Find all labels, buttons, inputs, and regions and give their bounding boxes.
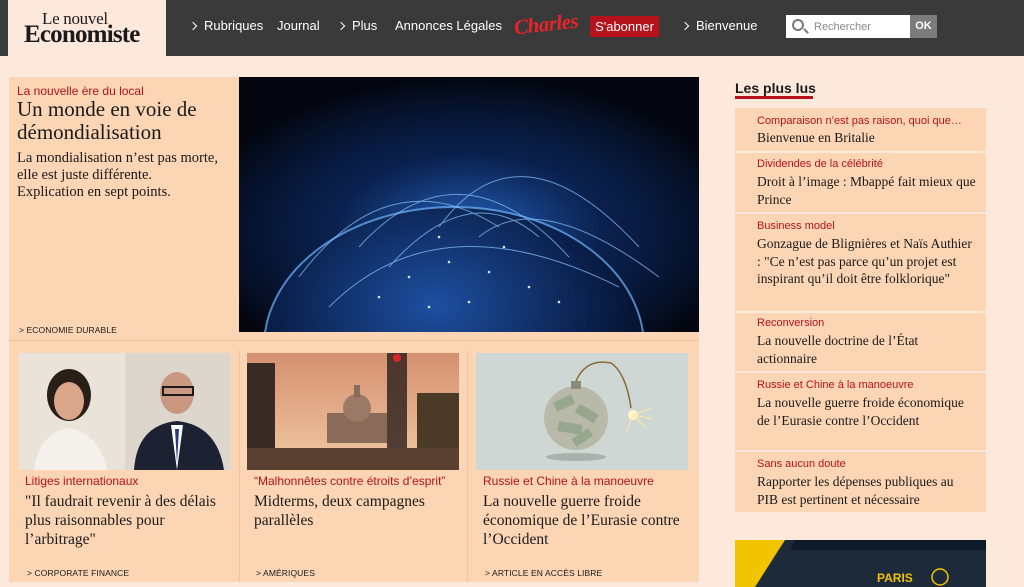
search-input[interactable] bbox=[814, 17, 906, 36]
nav-journal[interactable]: Journal bbox=[277, 18, 320, 33]
card-1-title[interactable]: "Il faudrait revenir à des délais plus r… bbox=[25, 492, 230, 549]
card-2-kicker[interactable]: “Malhonnêtes contre étroits d’esprit” bbox=[254, 474, 445, 488]
subscribe-button[interactable]: S'abonner bbox=[590, 16, 659, 37]
nav-journal-label: Journal bbox=[277, 18, 320, 33]
logo-line-2: Economiste bbox=[24, 21, 140, 48]
card-2-rubric-link[interactable]: > AMÉRIQUES bbox=[256, 568, 315, 578]
nav-rubriques[interactable]: Rubriques bbox=[188, 18, 264, 33]
most-read-kicker: Russie et Chine à la manoeuvre bbox=[757, 379, 914, 391]
section-divider bbox=[9, 340, 699, 341]
most-read-kicker: Dividendes de la célébrité bbox=[757, 158, 883, 170]
advertisement-banner[interactable]: PARIS bbox=[735, 540, 986, 587]
card-1-kicker[interactable]: Litiges internationaux bbox=[25, 474, 138, 488]
most-read-title[interactable]: Bienvenue en Britalie bbox=[757, 129, 977, 147]
card-3-image-money-bomb[interactable] bbox=[476, 353, 688, 470]
most-read-kicker: Business model bbox=[757, 220, 835, 232]
nav-bienvenue-label: Bienvenue bbox=[696, 18, 758, 33]
search-ok-button[interactable]: OK bbox=[910, 15, 937, 38]
hero-image-earth-network[interactable] bbox=[239, 77, 699, 332]
charles-logo-link[interactable]: Charles bbox=[513, 9, 579, 41]
most-read-title[interactable]: La nouvelle guerre froide économique de … bbox=[757, 394, 977, 429]
hero-description: La mondialisation n’est pas morte, elle … bbox=[17, 150, 218, 200]
sidebar-heading: Les plus lus bbox=[735, 80, 816, 96]
most-read-kicker: Comparaison n’est pas raison, quoi que… bbox=[757, 115, 962, 127]
earth-network-illustration bbox=[239, 77, 699, 332]
column-divider bbox=[467, 350, 468, 582]
most-read-title[interactable]: Gonzague de Blignières et Naïs Authier :… bbox=[757, 235, 977, 288]
most-read-title[interactable]: Droit à l’image : Mbappé fait mieux que … bbox=[757, 173, 977, 208]
search-box bbox=[786, 15, 910, 38]
nav-bienvenue[interactable]: Bienvenue bbox=[680, 18, 758, 33]
chevron-right-icon bbox=[336, 21, 346, 31]
card-2-image-capitol[interactable] bbox=[247, 353, 459, 470]
search-icon bbox=[792, 19, 804, 31]
most-read-title[interactable]: Rapporter les dépenses publiques au PIB … bbox=[757, 473, 977, 508]
card-1-image-portraits[interactable] bbox=[19, 353, 231, 470]
ad-text: PARIS bbox=[877, 571, 913, 585]
card-1-rubric-link[interactable]: > CORPORATE FINANCE bbox=[27, 568, 129, 578]
hero-rubric-link[interactable]: > ECONOMIE DURABLE bbox=[19, 325, 117, 335]
most-read-kicker: Sans aucun doute bbox=[757, 458, 846, 470]
card-3-rubric-link[interactable]: > ARTICLE EN ACCÈS LIBRE bbox=[485, 568, 602, 578]
most-read-title[interactable]: La nouvelle doctrine de l’État actionnai… bbox=[757, 332, 977, 367]
top-navigation-bar: Le nouvel Economiste Rubriques Journal P… bbox=[0, 0, 1024, 56]
most-read-kicker: Reconversion bbox=[757, 317, 825, 329]
nav-rubriques-label: Rubriques bbox=[204, 18, 264, 33]
hero-title[interactable]: Un monde en voie de démondialisation bbox=[17, 98, 232, 144]
nav-plus[interactable]: Plus bbox=[336, 18, 378, 33]
site-logo[interactable]: Le nouvel Economiste bbox=[8, 0, 166, 56]
column-divider bbox=[239, 350, 240, 582]
card-2-title[interactable]: Midterms, deux campagnes parallèles bbox=[254, 492, 459, 530]
sidebar-heading-underline bbox=[735, 96, 813, 99]
nav-annonces-legales[interactable]: Annonces Légales bbox=[395, 18, 502, 33]
hero-kicker[interactable]: La nouvelle ère du local bbox=[17, 84, 144, 98]
card-3-title[interactable]: La nouvelle guerre froide économique de … bbox=[483, 492, 688, 549]
chevron-right-icon bbox=[188, 21, 198, 31]
card-3-kicker[interactable]: Russie et Chine à la manoeuvre bbox=[483, 474, 654, 488]
nav-plus-label: Plus bbox=[352, 18, 378, 33]
nav-annonces-label: Annonces Légales bbox=[395, 18, 502, 33]
chevron-right-icon bbox=[680, 21, 690, 31]
